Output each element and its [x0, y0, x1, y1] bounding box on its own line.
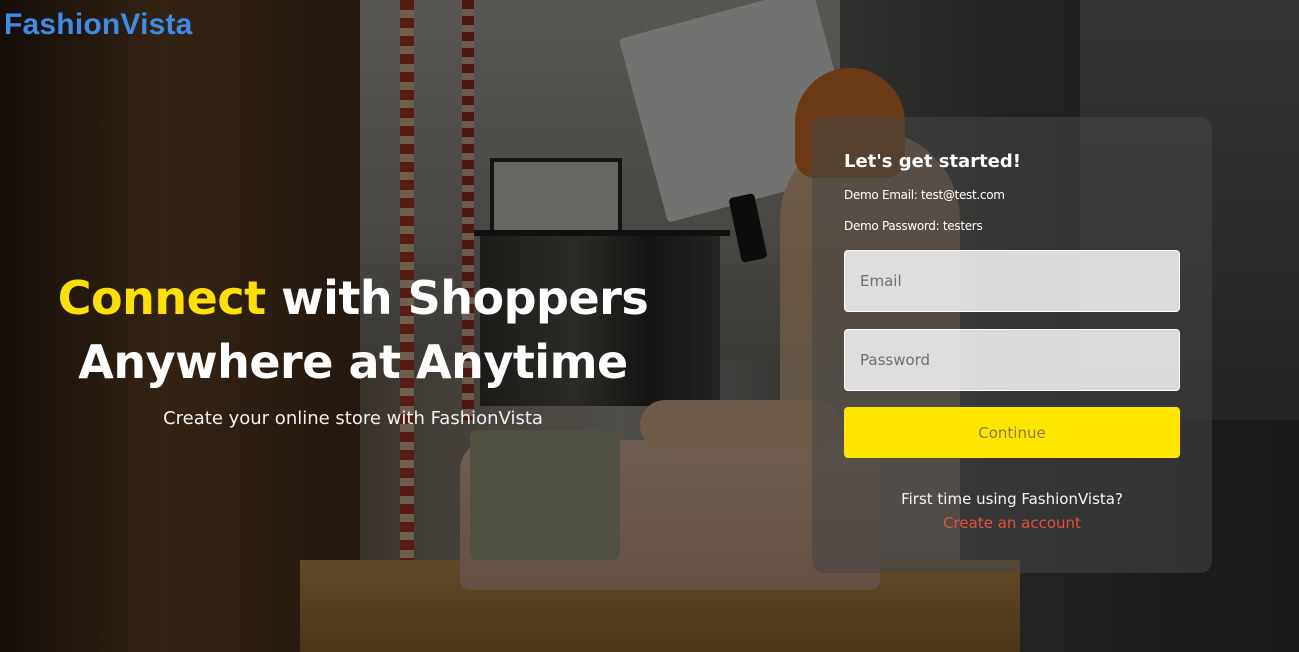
create-account-link[interactable]: Create an account	[844, 514, 1180, 532]
hero-headline-line1: Connect with Shoppers	[20, 266, 686, 330]
login-page: FashionVista Connect with Shoppers Anywh…	[0, 0, 1299, 652]
demo-password-hint: Demo Password: testers	[844, 219, 983, 233]
brand-logo[interactable]: FashionVista	[4, 8, 193, 42]
hero-accent-word: Connect	[57, 271, 266, 325]
hero-section: Connect with Shoppers Anywhere at Anytim…	[20, 266, 686, 429]
continue-button[interactable]: Continue	[844, 407, 1180, 458]
login-title: Let's get started!	[844, 151, 1021, 172]
email-field[interactable]	[844, 250, 1180, 312]
hero-subtitle: Create your online store with FashionVis…	[163, 408, 543, 429]
hero-headline-line2: Anywhere at Anytime	[78, 335, 628, 389]
demo-email-hint: Demo Email: test@test.com	[844, 188, 1005, 202]
password-field[interactable]	[844, 329, 1180, 391]
hero-headline-rest: with Shoppers	[265, 271, 649, 325]
login-card: Let's get started! Demo Email: test@test…	[812, 117, 1212, 573]
signup-prompt: First time using FashionVista?	[901, 490, 1123, 508]
